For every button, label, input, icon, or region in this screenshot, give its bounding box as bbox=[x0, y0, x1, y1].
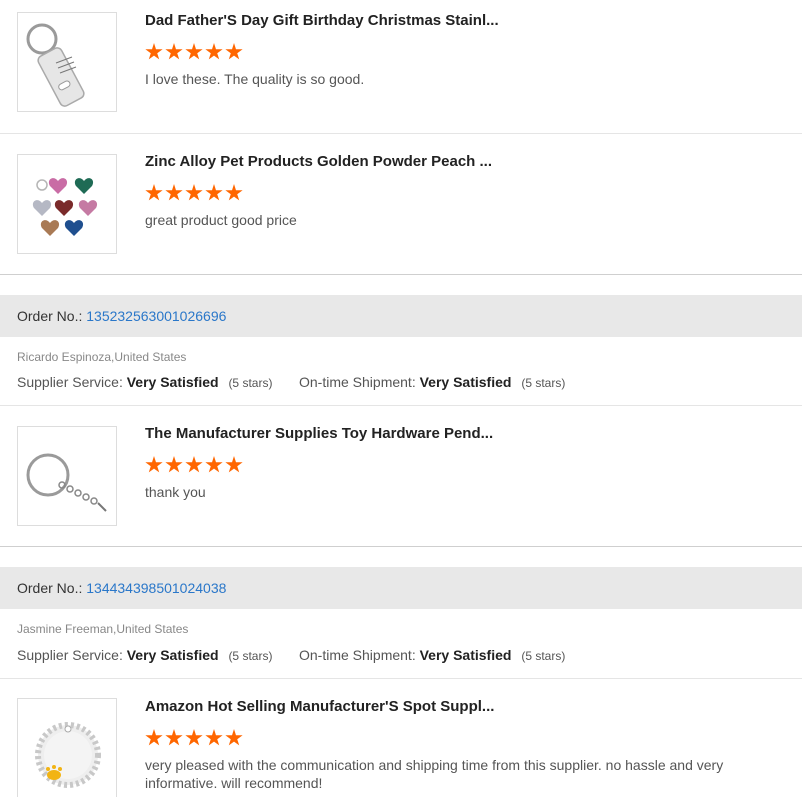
review-item: Dad Father'S Day Gift Birthday Christmas… bbox=[0, 0, 802, 133]
star-icon bbox=[165, 729, 183, 746]
shipment-rating: On-time Shipment: Very Satisfied (5 star… bbox=[299, 374, 565, 390]
supplier-service-label: Supplier Service: bbox=[17, 647, 123, 663]
star-icon bbox=[165, 456, 183, 473]
star-icon bbox=[165, 43, 183, 60]
product-thumbnail[interactable] bbox=[17, 426, 117, 526]
review-text: thank you bbox=[145, 484, 206, 500]
star-icon bbox=[185, 729, 203, 746]
shipment-stars: (5 stars) bbox=[521, 376, 566, 390]
divider bbox=[0, 546, 802, 547]
order-number: Order No.: 134434398501024038 bbox=[17, 580, 226, 596]
order-number: Order No.: 135232563001026696 bbox=[17, 308, 226, 324]
product-title[interactable]: The Manufacturer Supplies Toy Hardware P… bbox=[145, 425, 493, 442]
star-icon bbox=[185, 43, 203, 60]
supplier-service-stars: (5 stars) bbox=[228, 649, 273, 663]
divider bbox=[0, 274, 802, 275]
star-rating bbox=[145, 184, 243, 202]
review-item: Amazon Hot Selling Manufacturer'S Spot S… bbox=[0, 679, 802, 797]
order-number-link[interactable]: 135232563001026696 bbox=[86, 308, 226, 324]
shipment-rating: On-time Shipment: Very Satisfied (5 star… bbox=[299, 647, 565, 663]
order-number-link[interactable]: 134434398501024038 bbox=[86, 580, 226, 596]
star-icon bbox=[145, 456, 163, 473]
buyer-info: Jasmine Freeman,United States bbox=[17, 622, 189, 636]
shipment-stars: (5 stars) bbox=[521, 649, 566, 663]
star-icon bbox=[205, 43, 223, 60]
round-tag-image bbox=[35, 722, 101, 788]
product-thumbnail[interactable] bbox=[17, 698, 117, 797]
shipment-label: On-time Shipment: bbox=[299, 374, 416, 390]
supplier-service-stars: (5 stars) bbox=[228, 376, 273, 390]
star-icon bbox=[205, 184, 223, 201]
order-ratings: Supplier Service: Very Satisfied (5 star… bbox=[17, 647, 565, 663]
shipment-label: On-time Shipment: bbox=[299, 647, 416, 663]
star-icon bbox=[225, 43, 243, 60]
star-icon bbox=[165, 184, 183, 201]
star-icon bbox=[205, 456, 223, 473]
star-icon bbox=[225, 729, 243, 746]
order-number-label: Order No.: bbox=[17, 580, 83, 596]
star-icon bbox=[145, 184, 163, 201]
review-item: The Manufacturer Supplies Toy Hardware P… bbox=[0, 406, 802, 546]
order-header: Order No.: 134434398501024038 bbox=[0, 567, 802, 609]
buyer-info: Ricardo Espinoza,United States bbox=[17, 350, 187, 364]
star-icon bbox=[145, 729, 163, 746]
shipment-value: Very Satisfied bbox=[419, 647, 512, 663]
review-text: very pleased with the communication and … bbox=[145, 757, 724, 791]
keyring-image bbox=[26, 453, 107, 512]
review-text: great product good price bbox=[145, 212, 297, 228]
supplier-service-label: Supplier Service: bbox=[17, 374, 123, 390]
order-ratings: Supplier Service: Very Satisfied (5 star… bbox=[17, 374, 565, 390]
review-text: I love these. The quality is so good. bbox=[145, 71, 365, 87]
star-icon bbox=[225, 456, 243, 473]
star-rating bbox=[145, 729, 243, 747]
product-title[interactable]: Zinc Alloy Pet Products Golden Powder Pe… bbox=[145, 153, 492, 170]
order-number-label: Order No.: bbox=[17, 308, 83, 324]
order-header: Order No.: 135232563001026696 bbox=[0, 295, 802, 337]
shipment-value: Very Satisfied bbox=[419, 374, 512, 390]
star-icon bbox=[205, 729, 223, 746]
heart-tags-image bbox=[32, 178, 98, 236]
keychain-tag-image bbox=[26, 23, 85, 107]
supplier-service-value: Very Satisfied bbox=[126, 374, 219, 390]
product-title[interactable]: Dad Father'S Day Gift Birthday Christmas… bbox=[145, 12, 499, 29]
supplier-service-value: Very Satisfied bbox=[126, 647, 219, 663]
star-icon bbox=[225, 184, 243, 201]
star-rating bbox=[145, 456, 243, 474]
review-item: Zinc Alloy Pet Products Golden Powder Pe… bbox=[0, 134, 802, 274]
star-rating bbox=[145, 43, 243, 61]
product-thumbnail[interactable] bbox=[17, 12, 117, 112]
product-title[interactable]: Amazon Hot Selling Manufacturer'S Spot S… bbox=[145, 698, 494, 715]
star-icon bbox=[185, 184, 203, 201]
star-icon bbox=[185, 456, 203, 473]
product-thumbnail[interactable] bbox=[17, 154, 117, 254]
star-icon bbox=[145, 43, 163, 60]
